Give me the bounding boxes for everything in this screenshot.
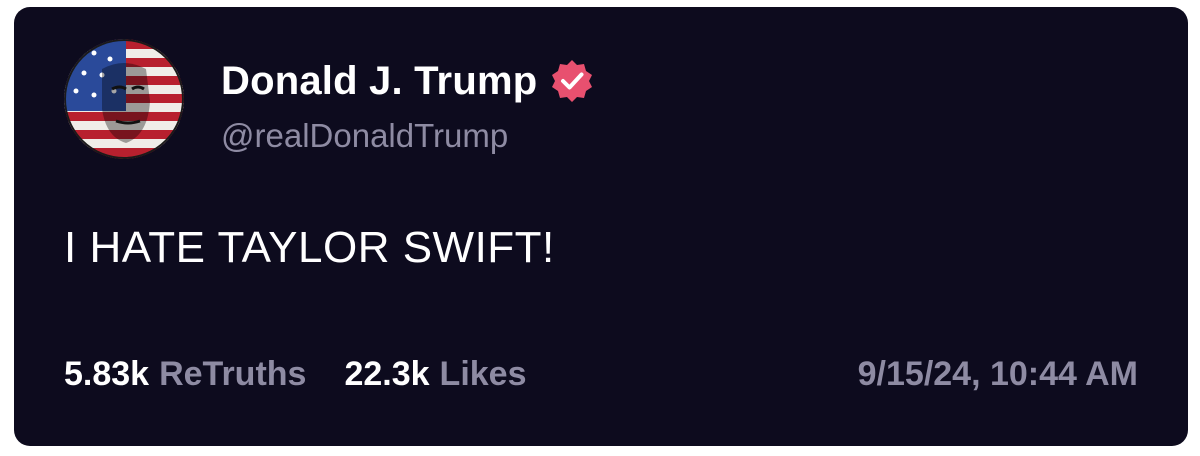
retruths-label: ReTruths <box>159 355 307 393</box>
author-display-name[interactable]: Donald J. Trump <box>221 59 537 104</box>
post-card: Donald J. Trump @realDonaldTrump I HATE … <box>14 7 1188 446</box>
avatar[interactable] <box>64 39 184 159</box>
retruths-stat[interactable]: 5.83k ReTruths <box>64 355 306 394</box>
likes-stat[interactable]: 22.3k Likes <box>344 355 526 394</box>
author-handle[interactable]: @realDonaldTrump <box>221 117 508 155</box>
post-stats: 5.83k ReTruths 22.3k Likes <box>64 355 527 394</box>
post-text: I HATE TAYLOR SWIFT! <box>64 223 555 272</box>
author-name-row: Donald J. Trump <box>221 55 595 107</box>
likes-label: Likes <box>439 355 527 393</box>
verified-badge-icon <box>552 60 593 102</box>
flag-portrait-avatar-icon <box>64 39 184 159</box>
likes-count: 22.3k <box>344 355 430 393</box>
post-timestamp[interactable]: 9/15/24, 10:44 AM <box>858 355 1138 394</box>
retruths-count: 5.83k <box>64 355 150 393</box>
